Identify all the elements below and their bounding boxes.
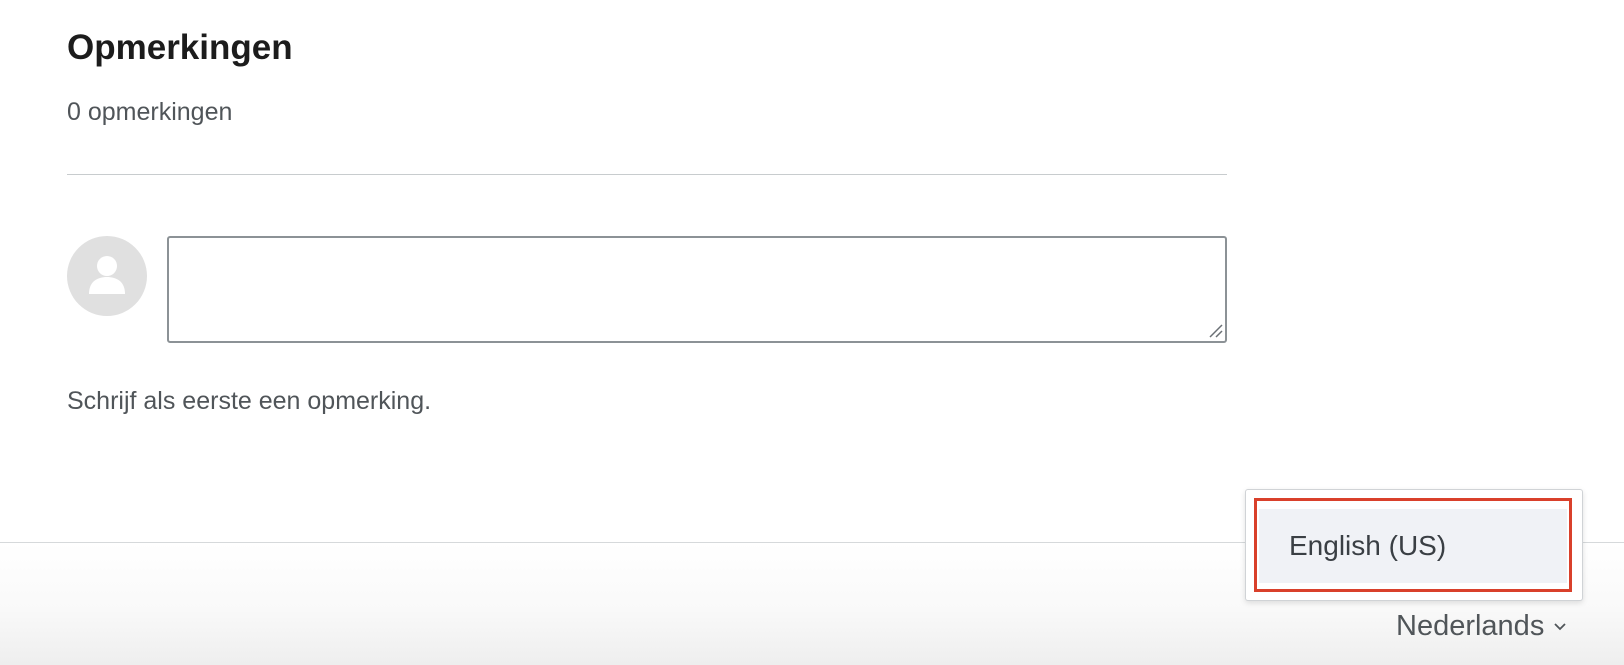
language-selector[interactable]: Nederlands: [1396, 610, 1568, 643]
section-divider: [67, 174, 1227, 175]
resize-handle-icon[interactable]: [1207, 322, 1223, 338]
comments-count: 0 opmerkingen: [67, 98, 233, 126]
chevron-down-icon: [1552, 621, 1568, 633]
current-language-label: Nederlands: [1396, 610, 1545, 642]
empty-comments-message: Schrijf als eerste een opmerking.: [67, 387, 432, 415]
language-option-label: English (US): [1259, 509, 1567, 583]
user-avatar-icon: [67, 236, 147, 316]
comment-input[interactable]: [167, 236, 1227, 343]
comments-title: Opmerkingen: [67, 28, 293, 67]
language-option-english-us[interactable]: English (US): [1254, 498, 1572, 592]
language-dropdown-menu: English (US): [1245, 489, 1583, 601]
